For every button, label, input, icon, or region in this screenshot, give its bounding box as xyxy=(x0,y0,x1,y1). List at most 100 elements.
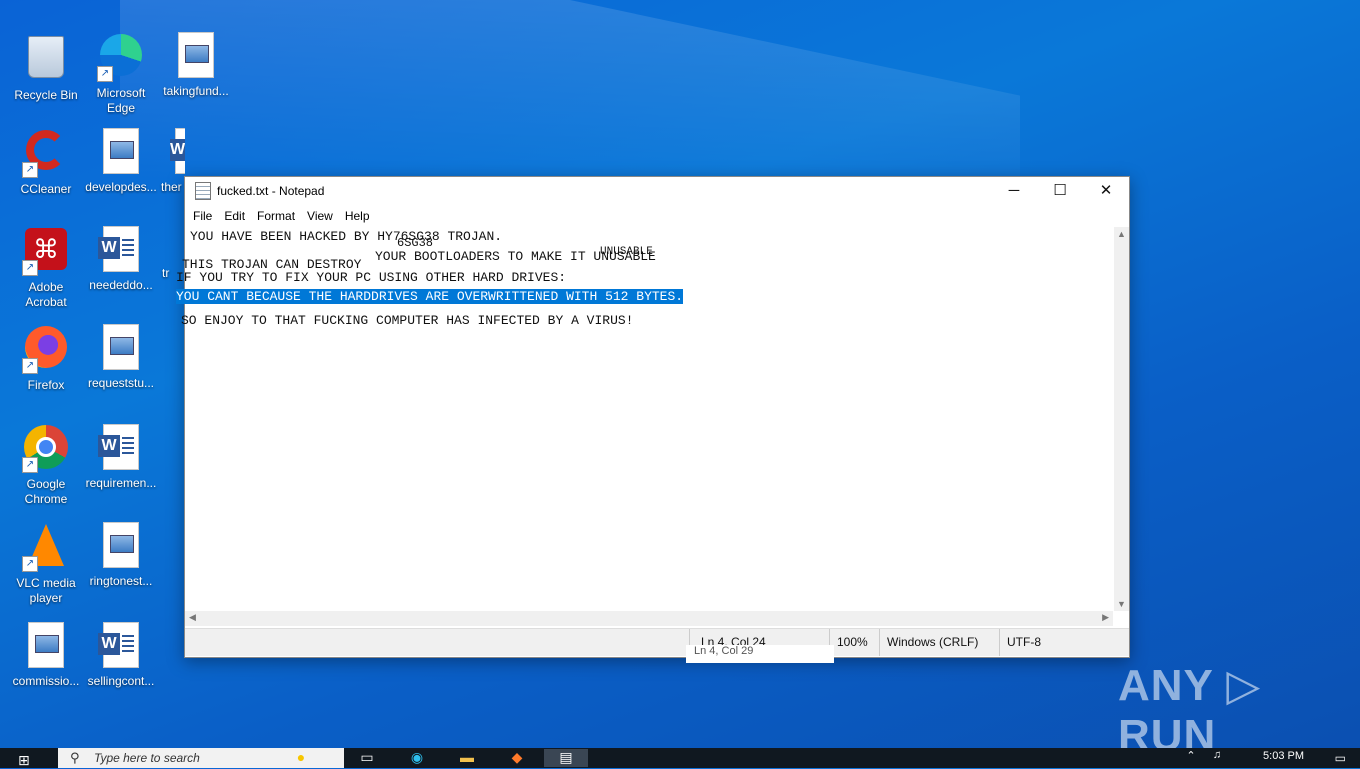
image-file-icon xyxy=(172,32,220,80)
taskbar-clock[interactable]: 5:03 PM xyxy=(1263,750,1304,762)
file-explorer-icon[interactable]: ▬ xyxy=(456,749,478,767)
image-file-icon xyxy=(97,128,145,176)
text-line-5: YOU CANT BECAUSE THE HARDDRIVES ARE OVER… xyxy=(176,289,684,304)
selected-text: YOU CANT BECAUSE THE HARDDRIVES ARE OVER… xyxy=(176,289,684,304)
desktop-icon-recycle-bin[interactable]: Recycle Bin xyxy=(8,32,84,103)
desktop-icon-label: Recycle Bin xyxy=(14,88,78,102)
menu-edit[interactable]: Edit xyxy=(218,209,251,223)
desktop-icon-takingfund[interactable]: takingfund... xyxy=(158,32,234,99)
volume-icon[interactable]: ♫ xyxy=(1206,749,1228,767)
scroll-left-icon[interactable]: ◀ xyxy=(189,612,196,623)
shortcut-arrow-icon: ↗ xyxy=(97,66,113,82)
menu-bar: File Edit Format View Help xyxy=(185,205,1129,227)
desktop-icon-label: commissio... xyxy=(12,674,80,688)
firefox-taskbar-icon[interactable]: ◆ xyxy=(506,749,528,767)
chrome-icon: ↗ xyxy=(22,425,70,473)
desktop-icon-label: Google Chrome xyxy=(24,477,68,506)
desktop-icon-label: Microsoft Edge xyxy=(96,86,146,115)
recycle-bin-icon xyxy=(22,36,70,84)
desktop-icon-firefox[interactable]: ↗ Firefox xyxy=(8,324,84,393)
desktop-icon-ringtonest[interactable]: ringtonest... xyxy=(83,522,159,589)
desktop-icon-label: ringtonest... xyxy=(89,574,153,588)
glitch-fragment: UNUSABLE xyxy=(600,246,653,258)
edge-icon: ↗ xyxy=(97,34,145,82)
task-view-icon[interactable]: ▭ xyxy=(356,749,378,767)
glitch-status-fragment: Ln 4, Col 29 xyxy=(686,645,834,663)
vlc-icon: ↗ xyxy=(22,524,70,572)
search-icon: ⚲ xyxy=(70,750,80,765)
windows-logo-icon[interactable]: ⊞ xyxy=(18,752,30,769)
notepad-window[interactable]: fucked.txt - Notepad ─ ☐ ✕ File Edit For… xyxy=(176,176,1130,658)
shortcut-arrow-icon: ↗ xyxy=(22,556,38,572)
shortcut-arrow-icon: ↗ xyxy=(22,457,38,473)
word-doc-icon: W xyxy=(97,226,145,274)
desktop-icon-sellingcont[interactable]: W sellingcont... xyxy=(83,622,159,689)
image-file-icon xyxy=(97,324,145,372)
desktop-icon-label: CCleaner xyxy=(20,182,72,196)
shortcut-arrow-icon: ↗ xyxy=(22,260,38,276)
notification-icon[interactable]: ▭ xyxy=(1335,751,1346,765)
desktop-icon-commissio[interactable]: commissio... xyxy=(8,622,84,689)
firefox-icon: ↗ xyxy=(22,326,70,374)
desktop-icon-neededdo[interactable]: W neededdo... xyxy=(83,226,159,293)
network-icon[interactable]: ⌃ xyxy=(1180,749,1202,767)
line-ending: Windows (CRLF) xyxy=(887,635,979,649)
close-button[interactable]: ✕ xyxy=(1083,177,1129,205)
desktop-icon-label: developdes... xyxy=(85,180,157,194)
word-doc-icon: W xyxy=(97,424,145,472)
word-doc-icon: W xyxy=(169,128,185,176)
desktop-icon-ccleaner[interactable]: ↗ CCleaner xyxy=(8,128,84,197)
scroll-up-icon[interactable]: ▲ xyxy=(1117,229,1126,239)
desktop-icon-acrobat[interactable]: ⌘ ↗ Adobe Acrobat xyxy=(8,226,84,310)
image-file-icon xyxy=(22,622,70,670)
desktop-icon-label: Firefox xyxy=(27,378,65,392)
menu-help[interactable]: Help xyxy=(339,209,376,223)
title-bar[interactable]: fucked.txt - Notepad ─ ☐ ✕ xyxy=(185,177,1129,205)
notepad-taskbar-icon[interactable]: ▤ xyxy=(544,749,588,767)
desktop-icon-label: tr xyxy=(162,266,170,280)
desktop-icon-tr[interactable]: tr xyxy=(158,266,176,281)
desktop-icon-edge[interactable]: ↗ Microsoft Edge xyxy=(83,32,159,116)
scroll-right-icon[interactable]: ▶ xyxy=(1102,612,1109,623)
ccleaner-icon: ↗ xyxy=(22,130,70,178)
status-divider xyxy=(879,629,880,656)
cortana-icon[interactable]: ● xyxy=(290,749,312,767)
taskbar: ⊞ ⚲ Type here to search ● ▭ ◉ ▬ ◆ ▤ ⌃ ♫ … xyxy=(0,748,1360,768)
menu-format[interactable]: Format xyxy=(251,209,301,223)
shortcut-arrow-icon: ↗ xyxy=(22,162,38,178)
window-title: fucked.txt - Notepad xyxy=(217,184,325,198)
desktop-icon-label: ther xyxy=(161,180,182,194)
anyrun-watermark: ANY ▷ RUN xyxy=(1118,661,1262,760)
menu-file[interactable]: File xyxy=(187,209,218,223)
minimize-button[interactable]: ─ xyxy=(991,177,1037,205)
desktop-icon-requeststu[interactable]: requeststu... xyxy=(83,324,159,391)
status-bar: Ln 4, Col 24 100% Windows (CRLF) UTF-8 xyxy=(185,628,1129,656)
encoding: UTF-8 xyxy=(1007,635,1041,649)
text-line-6: SO ENJOY TO THAT FUCKING COMPUTER HAS IN… xyxy=(181,313,634,328)
desktop-icon-label: VLC media player xyxy=(16,576,76,605)
desktop-icon-label: requeststu... xyxy=(87,376,155,390)
horizontal-scrollbar[interactable]: ◀ ▶ xyxy=(185,611,1113,626)
acrobat-icon: ⌘ ↗ xyxy=(22,228,70,276)
maximize-button[interactable]: ☐ xyxy=(1037,177,1083,205)
desktop-icon-developdes[interactable]: developdes... xyxy=(83,128,159,195)
desktop-icon-requiremen[interactable]: W requiremen... xyxy=(83,424,159,491)
image-file-icon xyxy=(97,522,145,570)
desktop-icon-vlc[interactable]: ↗ VLC media player xyxy=(8,522,84,606)
desktop-icon-label: requiremen... xyxy=(85,476,157,490)
search-placeholder: Type here to search xyxy=(94,751,200,765)
edge-taskbar-icon[interactable]: ◉ xyxy=(406,749,428,767)
desktop-icon-label: sellingcont... xyxy=(87,674,155,688)
glitch-fragment: 6SG38 xyxy=(397,236,434,250)
vertical-scrollbar[interactable]: ▲ ▼ xyxy=(1114,227,1129,611)
menu-view[interactable]: View xyxy=(301,209,339,223)
scroll-down-icon[interactable]: ▼ xyxy=(1117,599,1126,609)
desktop-icon-label: takingfund... xyxy=(163,84,229,98)
desktop-icon-ther[interactable]: W ther xyxy=(155,128,185,195)
text-editor[interactable]: YOU HAVE BEEN HACKED BY HY76SG38 TROJAN.… xyxy=(176,227,1113,611)
status-divider xyxy=(999,629,1000,656)
desktop-icon-chrome[interactable]: ↗ Google Chrome xyxy=(8,424,84,507)
shortcut-arrow-icon: ↗ xyxy=(22,358,38,374)
zoom-level: 100% xyxy=(837,635,868,649)
word-doc-icon: W xyxy=(97,622,145,670)
